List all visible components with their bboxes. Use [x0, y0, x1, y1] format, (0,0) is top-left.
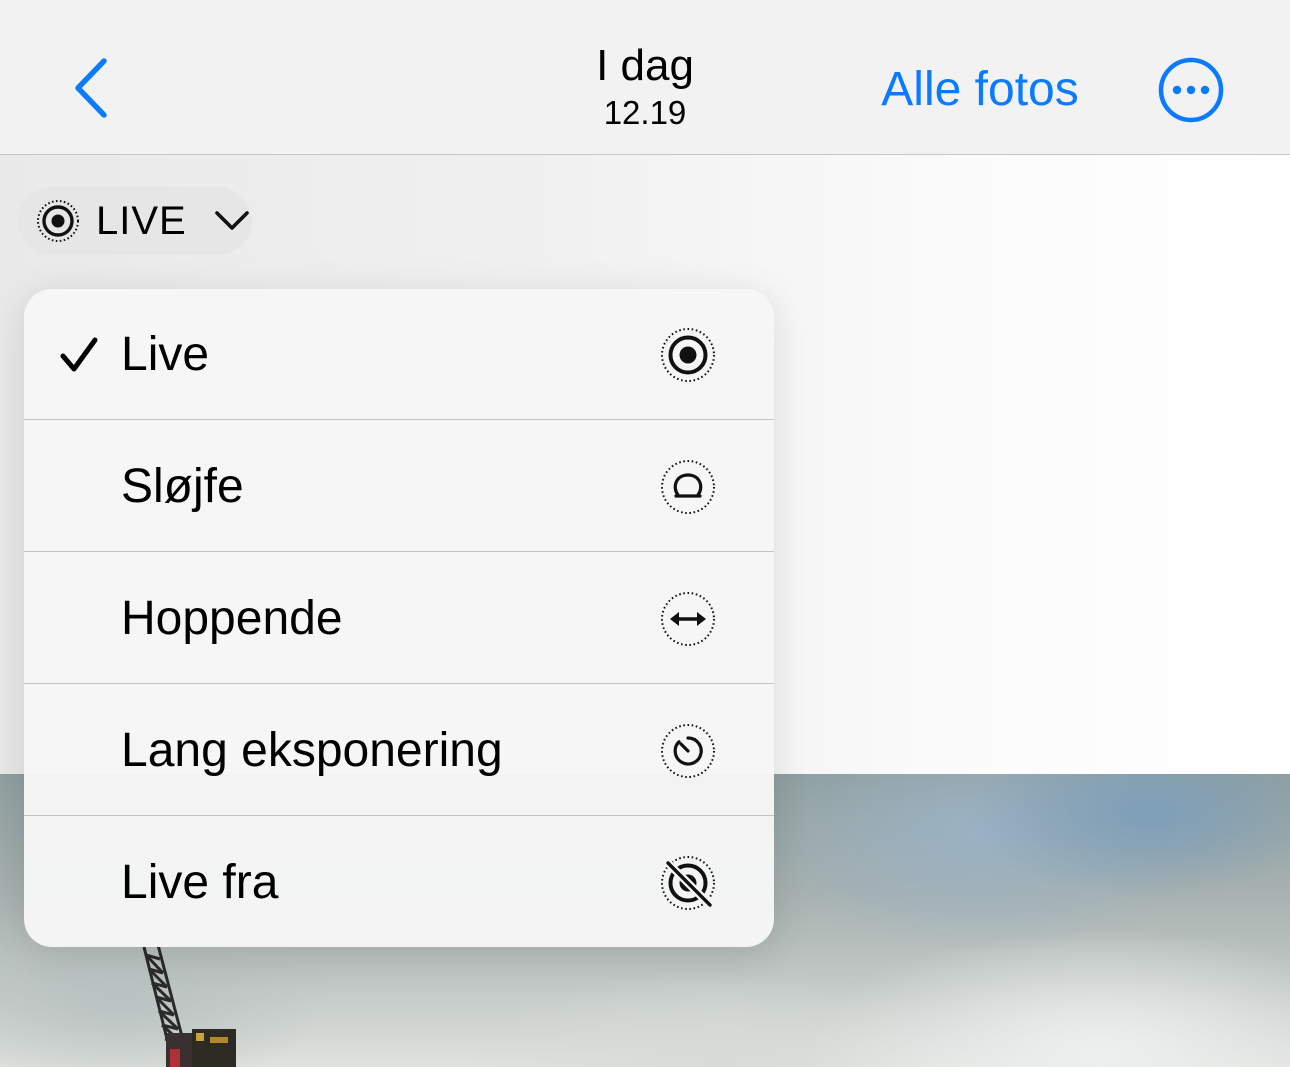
menu-item-live[interactable]: Live [24, 289, 774, 420]
long-exposure-icon [661, 724, 715, 778]
menu-item-bounce[interactable]: Hoppende [24, 553, 774, 684]
page-subtitle: 12.19 [603, 94, 687, 131]
menu-divider [24, 419, 774, 420]
live-photo-icon [37, 200, 79, 242]
checkmark-icon [60, 337, 98, 372]
bounce-icon [661, 592, 715, 646]
live-mode-menu: Live Sløjfe Hoppende Lang eksponering Li… [24, 289, 774, 947]
menu-item-label: Live fra [121, 856, 279, 909]
live-photo-icon [661, 328, 715, 382]
navigation-bar: I dag 12.19 Alle fotos [0, 0, 1290, 155]
crane-image [142, 945, 236, 1067]
menu-divider [24, 683, 774, 684]
menu-item-loop[interactable]: Sløjfe [24, 421, 774, 552]
live-mode-button[interactable]: LIVE [18, 187, 252, 255]
menu-item-label: Sløjfe [121, 460, 244, 513]
more-button[interactable] [1157, 56, 1225, 124]
page-title: I dag [596, 41, 694, 90]
menu-item-live-off[interactable]: Live fra [24, 817, 774, 947]
menu-item-label: Hoppende [121, 592, 343, 645]
chevron-down-icon [215, 211, 249, 230]
menu-item-long-exposure[interactable]: Lang eksponering [24, 685, 774, 816]
chevron-left-icon [75, 58, 107, 118]
menu-item-label: Live [121, 328, 210, 381]
live-mode-label: LIVE [96, 199, 187, 243]
loop-icon [661, 460, 715, 514]
ellipsis-circle-icon [1158, 57, 1224, 123]
menu-item-label: Lang eksponering [121, 724, 503, 777]
back-button[interactable] [66, 55, 118, 121]
all-photos-button[interactable]: Alle fotos [860, 62, 1100, 118]
menu-divider [24, 551, 774, 552]
menu-divider [24, 815, 774, 816]
live-off-icon [661, 856, 715, 910]
